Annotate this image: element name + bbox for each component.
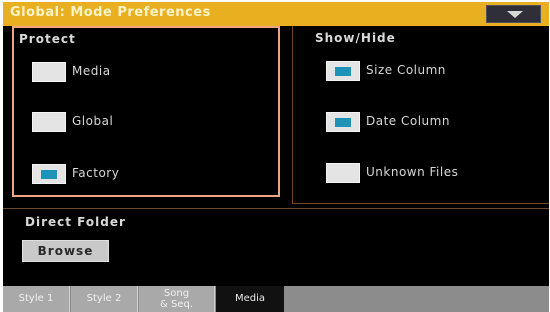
browse-button[interactable]: Browse: [22, 240, 109, 262]
unknown-files-label: Unknown Files: [366, 165, 459, 179]
protect-panel: Protect Media Global Factory: [12, 26, 280, 197]
tab-media[interactable]: Media: [216, 286, 284, 312]
mode-preferences-screen: Global: Mode Preferences Protect Media G…: [3, 2, 549, 312]
protect-media-checkbox[interactable]: [32, 62, 66, 82]
protect-label: Protect: [19, 32, 76, 46]
check-mark-icon: [335, 67, 351, 76]
unknown-files-checkbox[interactable]: [326, 163, 360, 183]
tab-song-seq-label-line1: Song: [163, 288, 190, 299]
check-mark-icon: [41, 170, 57, 179]
tab-media-label: Media: [234, 293, 266, 304]
show-hide-label: Show/Hide: [315, 31, 396, 45]
tab-style-2-label: Style 2: [86, 293, 122, 304]
size-column-label: Size Column: [366, 63, 446, 77]
direct-folder-label: Direct Folder: [25, 215, 126, 229]
tab-style-1[interactable]: Style 1: [3, 286, 70, 312]
triangle-down-icon: [507, 11, 523, 18]
tab-song-seq[interactable]: Song & Seq.: [139, 286, 215, 312]
protect-factory-label: Factory: [72, 166, 120, 180]
section-divider: [3, 208, 549, 209]
title-bar: Global: Mode Preferences: [3, 2, 549, 26]
date-column-label: Date Column: [366, 114, 450, 128]
size-column-checkbox[interactable]: [326, 61, 360, 81]
tab-style-2[interactable]: Style 2: [71, 286, 138, 312]
page-menu-button[interactable]: [486, 5, 541, 23]
tab-bar: Style 1 Style 2 Song & Seq. Media: [3, 286, 549, 312]
protect-global-checkbox[interactable]: [32, 112, 66, 132]
tab-style-1-label: Style 1: [18, 293, 54, 304]
page-title: Global: Mode Preferences: [10, 5, 211, 20]
protect-factory-checkbox[interactable]: [32, 164, 66, 184]
protect-global-label: Global: [72, 114, 114, 128]
protect-media-label: Media: [72, 64, 111, 78]
tab-song-seq-label-line2: & Seq.: [159, 299, 193, 310]
check-mark-icon: [335, 118, 351, 127]
show-hide-panel: Show/Hide Size Column Date Column Unknow…: [292, 26, 549, 204]
date-column-checkbox[interactable]: [326, 112, 360, 132]
